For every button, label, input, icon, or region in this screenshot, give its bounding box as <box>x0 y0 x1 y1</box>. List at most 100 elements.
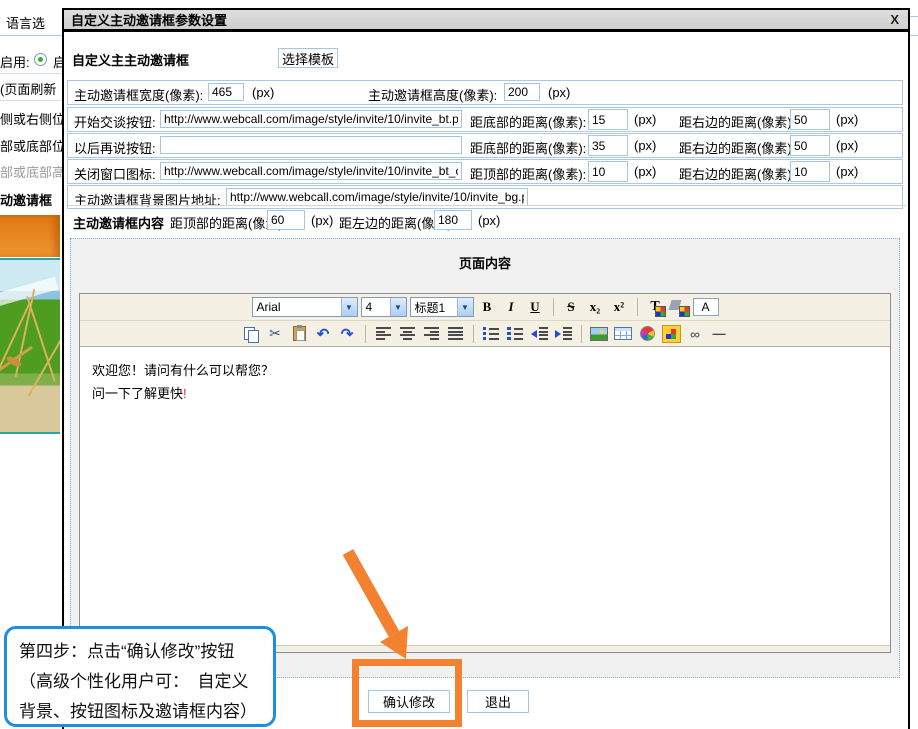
dialog-titlebar[interactable]: 自定义主动邀请框参数设置 X <box>64 10 908 32</box>
distance-bottom-label: 距底部的距离(像素): <box>470 112 586 131</box>
radio-button-icon[interactable] <box>34 53 47 66</box>
editor-content-area[interactable]: 欢迎您！请问有什么可以帮您？ 问一下了解更快! <box>80 347 890 645</box>
chevron-down-icon[interactable]: ▼ <box>457 298 473 316</box>
later-button-url-input[interactable] <box>160 136 462 154</box>
editor-line: 欢迎您！请问有什么可以帮您？ <box>92 359 878 382</box>
annotation-arrow-icon <box>332 546 444 672</box>
bg-wheat-photo <box>0 258 60 434</box>
underline-button[interactable]: U <box>525 297 546 317</box>
distance-bottom-label: 距底部的距离(像素): <box>470 138 586 157</box>
greeting-text: 欢迎您！请问有什么可以帮您？ <box>92 363 274 378</box>
undo-icon[interactable]: ↶ <box>313 324 334 344</box>
distance-bottom-input[interactable] <box>588 109 628 130</box>
distance-right-label: 距右边的距离(像素): <box>679 138 795 157</box>
px-label: (px) <box>252 85 274 100</box>
divider <box>66 205 906 206</box>
distance-bottom-input[interactable] <box>588 135 628 156</box>
superscript-button[interactable]: x² <box>609 297 630 317</box>
followup-text: 问一下了解更快 <box>92 386 183 401</box>
paste-icon[interactable] <box>293 326 306 341</box>
outdent-icon[interactable] <box>531 327 548 340</box>
highlight-color-icon[interactable] <box>669 298 690 317</box>
close-icon-url-input[interactable] <box>160 162 462 180</box>
font-select-value: Arial <box>253 300 341 314</box>
chevron-down-icon[interactable]: ▼ <box>390 298 406 316</box>
section-label: 自定义主主动邀请框 <box>72 50 189 69</box>
bullet-list-icon[interactable] <box>507 327 523 340</box>
width-input[interactable] <box>208 83 244 101</box>
height-input[interactable] <box>504 83 540 101</box>
close-icon[interactable]: X <box>890 12 899 27</box>
distance-right-input[interactable] <box>790 109 830 130</box>
close-window-label: 关闭窗口图标: <box>74 164 156 183</box>
align-justify-icon[interactable] <box>448 327 463 340</box>
distance-right-label: 距右边的距离(像素): <box>679 164 795 183</box>
wheat-stalk <box>28 318 60 397</box>
insert-image-icon[interactable] <box>590 327 608 341</box>
height-label: 主动邀请框高度(像素): <box>368 85 497 104</box>
px-label: (px) <box>311 213 333 228</box>
callout-line-1: 第四步：点击“确认修改”按钮 <box>19 637 261 667</box>
bg-divider-right-1 <box>910 16 918 17</box>
cut-icon[interactable]: ✂ <box>265 324 286 344</box>
editor-toolbar-bottom: ✂ ↶ ↷ ∞ — <box>80 321 890 347</box>
px-label: (px) <box>548 85 570 100</box>
align-center-icon[interactable] <box>400 327 415 340</box>
distance-right-input[interactable] <box>790 135 830 156</box>
distance-top-label: 距顶部的距离(像素): <box>470 164 586 183</box>
ordered-list-icon[interactable] <box>483 327 499 340</box>
paragraph-style-select[interactable]: 标题1 ▼ <box>410 297 474 317</box>
font-select[interactable]: Arial ▼ <box>252 297 358 317</box>
toolbar-separator <box>637 298 638 316</box>
bg-orange-banner <box>0 215 60 257</box>
insert-flash-icon[interactable] <box>662 325 681 343</box>
px-label: (px) <box>634 112 656 127</box>
page-content-panel: 页面内容 Arial ▼ 4 ▼ 标题1 ▼ B I U S <box>70 238 900 678</box>
px-label: (px) <box>836 138 858 153</box>
align-left-icon[interactable] <box>376 327 391 340</box>
emoticon-icon[interactable] <box>640 326 655 341</box>
callout-line-3: 背景、按钮图标及邀请框内容） <box>19 697 261 727</box>
strikethrough-button[interactable]: S <box>561 297 582 317</box>
hyperlink-icon[interactable]: ∞ <box>685 324 706 344</box>
px-label: (px) <box>634 164 656 179</box>
italic-button[interactable]: I <box>501 297 522 317</box>
content-left-input[interactable] <box>434 210 472 230</box>
px-label: (px) <box>836 112 858 127</box>
panel-header: 页面内容 <box>71 253 899 272</box>
font-style-box[interactable]: A <box>693 298 719 316</box>
content-top-input[interactable] <box>267 210 305 230</box>
distance-top-input[interactable] <box>588 161 628 182</box>
followup-exclamation: ! <box>183 386 187 401</box>
chevron-down-icon[interactable]: ▼ <box>341 298 357 316</box>
toolbar-separator <box>553 298 554 316</box>
bg-divider <box>0 100 62 101</box>
align-right-icon[interactable] <box>424 327 439 340</box>
paragraph-style-value: 标题1 <box>411 299 457 316</box>
dialog-title: 自定义主动邀请框参数设置 <box>64 10 227 29</box>
subscript-button[interactable]: x₂ <box>585 297 606 317</box>
copy-icon[interactable] <box>244 327 259 341</box>
distance-right-input[interactable] <box>790 161 830 182</box>
font-size-value: 4 <box>362 300 390 314</box>
background-image-label: 主动邀请框背景图片地址: <box>74 190 221 209</box>
toolbar-separator <box>473 325 474 343</box>
bold-button[interactable]: B <box>477 297 498 317</box>
insert-table-icon[interactable] <box>614 327 632 340</box>
redo-icon[interactable]: ↷ <box>337 324 358 344</box>
exit-button[interactable]: 退出 <box>467 690 529 713</box>
bg-fragment-height: 部或底部高 <box>0 162 62 181</box>
bg-language-label: 语言选 <box>6 13 45 32</box>
start-chat-url-input[interactable] <box>160 110 462 128</box>
px-label: (px) <box>836 164 858 179</box>
background-image-url-input[interactable] <box>226 188 528 206</box>
font-size-select[interactable]: 4 ▼ <box>361 297 407 317</box>
indent-icon[interactable] <box>555 327 572 340</box>
bg-divider <box>0 35 62 36</box>
tutorial-callout: 第四步：点击“确认修改”按钮 （高级个性化用户可： 自定义 背景、按钮图标及邀请… <box>4 626 276 727</box>
later-button-label: 以后再说按钮: <box>74 138 156 157</box>
rich-text-editor: Arial ▼ 4 ▼ 标题1 ▼ B I U S x₂ x² <box>79 293 891 653</box>
horizontal-rule-icon[interactable]: — <box>709 324 730 344</box>
choose-template-button[interactable]: 选择模板 <box>278 48 338 68</box>
font-color-icon[interactable]: T <box>645 298 666 317</box>
